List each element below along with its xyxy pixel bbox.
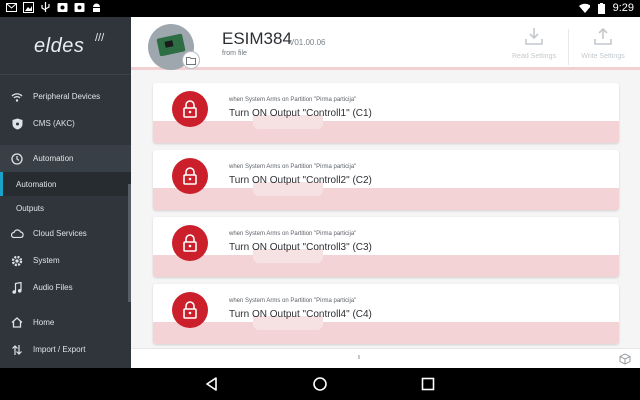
sidebar-item-peripheral-devices[interactable]: Peripheral Devices xyxy=(0,83,131,110)
footer-bar: ı xyxy=(131,348,640,368)
sidebar-subitem-label: Automation xyxy=(16,179,57,189)
main-panel: ESIM384 V01.00.06 from file Read Setting… xyxy=(131,17,640,368)
sidebar-item-label: Import / Export xyxy=(33,345,86,354)
rule-condition: when System Arms on Partition "Pirma par… xyxy=(229,97,357,103)
rule-condition: when System Arms on Partition "Pirma par… xyxy=(229,164,357,170)
automation-rule-card[interactable]: when System Arms on Partition "Pirma par… xyxy=(153,284,619,344)
rule-action: Turn ON Output "Controll1" (C1) xyxy=(229,108,372,119)
media-icon xyxy=(57,2,68,13)
sidebar-item-home[interactable]: Home xyxy=(0,309,131,336)
wifi-icon xyxy=(578,3,590,14)
lock-icon xyxy=(172,225,208,261)
sidebar-item-label: Automation xyxy=(33,154,74,163)
brand-header: eldes /// xyxy=(0,17,131,75)
sidebar-item-cloud-services[interactable]: Cloud Services xyxy=(0,220,131,247)
read-settings-label: Read Settings xyxy=(512,53,556,60)
sidebar-item-label: Audio Files xyxy=(33,283,73,292)
write-settings-label: Write Settings xyxy=(581,53,625,60)
sidebar-item-audio-files[interactable]: Audio Files xyxy=(0,274,131,301)
automation-rule-card[interactable]: when System Arms on Partition "Pirma par… xyxy=(153,150,619,210)
back-icon[interactable] xyxy=(204,376,220,392)
status-bar: 9:29 xyxy=(0,0,640,17)
page-indicator: ı xyxy=(358,354,360,361)
download-icon xyxy=(525,28,543,45)
sidebar-item-label: System xyxy=(33,256,60,265)
sidebar-nav: Peripheral Devices CMS (AKC) Automation … xyxy=(0,83,131,363)
lock-icon xyxy=(172,292,208,328)
clock-icon xyxy=(10,152,24,166)
sidebar-subitem-outputs[interactable]: Outputs xyxy=(0,196,131,220)
battery-icon xyxy=(596,2,607,14)
rule-action: Turn ON Output "Controll4" (C4) xyxy=(229,309,372,320)
android-nav-bar xyxy=(0,368,640,400)
sidebar-item-label: Cloud Services xyxy=(33,229,87,238)
cube-icon[interactable] xyxy=(619,353,631,365)
gear-icon xyxy=(10,254,24,268)
clock-time: 9:29 xyxy=(612,2,634,14)
automation-rule-list: when System Arms on Partition "Pirma par… xyxy=(131,70,640,348)
read-settings-button[interactable]: Read Settings xyxy=(500,25,568,67)
rule-action: Turn ON Output "Controll3" (C3) xyxy=(229,242,372,253)
home-button-icon[interactable] xyxy=(312,376,328,392)
lock-icon xyxy=(172,91,208,127)
device-source: from file xyxy=(222,50,247,57)
rule-condition: when System Arms on Partition "Pirma par… xyxy=(229,298,357,304)
device-header: ESIM384 V01.00.06 from file Read Setting… xyxy=(131,17,640,70)
sidebar-subitem-automation[interactable]: Automation xyxy=(0,172,131,196)
device-name: ESIM384 xyxy=(222,29,292,48)
shield-icon xyxy=(10,117,24,131)
usb-icon xyxy=(40,2,51,13)
sidebar-item-label: CMS (AKC) xyxy=(33,119,75,128)
mail-icon xyxy=(6,2,17,13)
music-icon xyxy=(10,281,24,295)
sidebar-subitem-label: Outputs xyxy=(16,203,45,213)
wifi-icon xyxy=(10,90,24,104)
automation-rule-card[interactable]: when System Arms on Partition "Pirma par… xyxy=(153,217,619,277)
media-icon xyxy=(74,2,85,13)
cloud-icon xyxy=(10,227,24,241)
android-icon xyxy=(91,2,102,13)
image-icon xyxy=(23,2,34,13)
rule-action: Turn ON Output "Controll2" (C2) xyxy=(229,175,372,186)
home-icon xyxy=(10,316,24,330)
file-icon xyxy=(182,51,200,69)
import-export-icon xyxy=(10,343,24,357)
device-version: V01.00.06 xyxy=(289,38,326,47)
recent-apps-icon[interactable] xyxy=(420,376,436,392)
sidebar-item-label: Peripheral Devices xyxy=(33,92,101,101)
logo-mark-icon: /// xyxy=(95,32,105,44)
upload-icon xyxy=(594,27,612,45)
sidebar: eldes /// Peripheral Devices CMS (AKC) A… xyxy=(0,17,131,368)
sidebar-item-import-export[interactable]: Import / Export xyxy=(0,336,131,363)
automation-rule-card[interactable]: when System Arms on Partition "Pirma par… xyxy=(153,83,619,143)
rule-condition: when System Arms on Partition "Pirma par… xyxy=(229,231,357,237)
lock-icon xyxy=(172,158,208,194)
sidebar-item-label: Home xyxy=(33,318,55,327)
eldes-logo: eldes xyxy=(34,35,85,57)
write-settings-button[interactable]: Write Settings xyxy=(569,25,637,67)
sidebar-item-cms[interactable]: CMS (AKC) xyxy=(0,110,131,137)
sidebar-item-automation[interactable]: Automation xyxy=(0,145,131,172)
sidebar-item-system[interactable]: System xyxy=(0,247,131,274)
